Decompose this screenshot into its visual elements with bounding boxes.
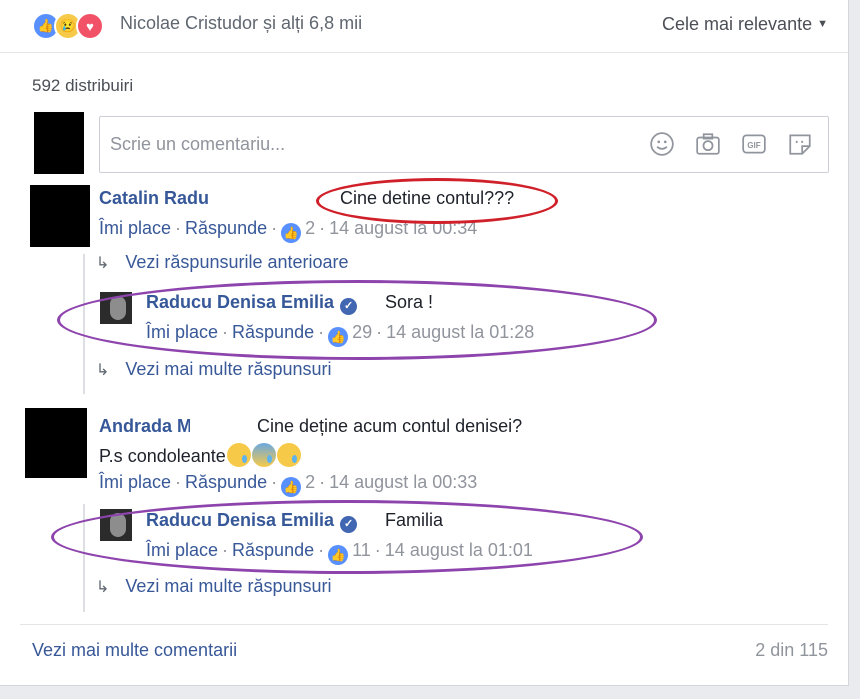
sort-dropdown[interactable]: Cele mai relevante ▼ bbox=[662, 14, 828, 35]
thumbs-up-icon: 👍 bbox=[281, 223, 302, 243]
thumbs-up-icon: 👍 bbox=[328, 545, 349, 565]
comment-avatar[interactable] bbox=[25, 408, 87, 478]
thread-line bbox=[83, 504, 85, 612]
like-count[interactable]: 2 bbox=[305, 472, 315, 492]
like-action[interactable]: Îmi place bbox=[146, 540, 218, 560]
more-replies-link[interactable]: ↳ Vezi mai multe răspunsuri bbox=[96, 576, 332, 597]
like-count[interactable]: 11 bbox=[352, 540, 371, 560]
divider bbox=[20, 624, 828, 625]
like-count[interactable]: 2 bbox=[305, 218, 315, 238]
reply-actions: Îmi place · Răspunde · 👍 29 · 14 august la 01:2… bbox=[146, 322, 534, 347]
reactions-bar: 👍 😢 ♥ Nicolae Cristudor și alți 6,8 mii … bbox=[0, 0, 848, 53]
thumbs-up-icon: 👍 bbox=[281, 477, 302, 497]
comment-text: Cine deține acum contul denisei? bbox=[257, 416, 523, 436]
comment-avatar[interactable] bbox=[30, 185, 90, 247]
verified-icon: ✓ bbox=[340, 298, 358, 315]
more-replies-label: Vezi mai multe răspunsuri bbox=[125, 359, 332, 379]
sticker-icon[interactable] bbox=[786, 130, 814, 158]
loudly-crying-emoji-icon bbox=[276, 443, 301, 467]
thread-line bbox=[83, 254, 85, 394]
reply-avatar[interactable] bbox=[100, 292, 132, 324]
like-count[interactable]: 29 bbox=[352, 322, 372, 342]
reply-action[interactable]: Răspunde bbox=[232, 540, 314, 560]
reply-arrow-icon: ↳ bbox=[96, 255, 110, 272]
comment-count: 2 din 115 bbox=[755, 640, 828, 660]
previous-replies-link[interactable]: ↳ Vezi răspunsurile anterioare bbox=[96, 252, 349, 273]
comment-text-line2: P.s condoleante bbox=[99, 443, 301, 467]
reply-time[interactable]: 14 august la 01:01 bbox=[385, 540, 533, 560]
comment-text: Cine detine contul??? bbox=[340, 188, 515, 208]
thumbs-up-icon: 👍 bbox=[328, 327, 349, 347]
current-user-avatar bbox=[34, 112, 84, 174]
comment-time[interactable]: 14 august la 00:34 bbox=[329, 218, 477, 238]
like-action[interactable]: Îmi place bbox=[99, 218, 171, 238]
reply-text: Familia bbox=[385, 510, 444, 530]
redaction-bar bbox=[226, 187, 318, 209]
reply-text: Sora ! bbox=[385, 292, 434, 312]
reply-action[interactable]: Răspunde bbox=[232, 322, 314, 342]
reply-action[interactable]: Răspunde bbox=[185, 472, 267, 492]
gif-icon[interactable]: GIF bbox=[740, 130, 768, 158]
camera-icon[interactable] bbox=[694, 130, 722, 158]
caret-down-icon: ▼ bbox=[817, 18, 828, 30]
comment-composer[interactable]: GIF bbox=[99, 116, 829, 173]
crying-emoji-icon bbox=[226, 443, 251, 467]
comments-card: 👍 😢 ♥ Nicolae Cristudor și alți 6,8 mii … bbox=[0, 0, 849, 686]
comment-input[interactable] bbox=[108, 131, 632, 157]
reply-author[interactable]: Raducu Denisa Emilia ✓ bbox=[146, 292, 363, 315]
comment-author[interactable]: Catalin Radu bbox=[99, 188, 209, 209]
love-icon: ♥ bbox=[76, 12, 104, 40]
reply-action[interactable]: Răspunde bbox=[185, 218, 267, 238]
redaction-bar bbox=[190, 414, 256, 436]
reaction-icons[interactable]: 👍 😢 ♥ bbox=[32, 12, 104, 40]
comment-actions: Îmi place · Răspunde · 👍 2 · 14 august la 00:34 bbox=[99, 218, 477, 243]
reply-arrow-icon: ↳ bbox=[96, 362, 110, 379]
reaction-summary[interactable]: Nicolae Cristudor și alți 6,8 mii bbox=[120, 13, 362, 34]
comment-actions: Îmi place · Răspunde · 👍 2 · 14 august la 00:33 bbox=[99, 472, 477, 497]
comment-time[interactable]: 14 august la 00:33 bbox=[329, 472, 477, 492]
more-replies-link[interactable]: ↳ Vezi mai multe răspunsuri bbox=[96, 359, 332, 380]
reply-avatar[interactable] bbox=[100, 509, 132, 541]
svg-text:GIF: GIF bbox=[747, 141, 761, 150]
sad-sweat-emoji-icon bbox=[251, 443, 276, 467]
like-action[interactable]: Îmi place bbox=[99, 472, 171, 492]
sort-label: Cele mai relevante bbox=[662, 14, 813, 34]
reply-actions: Îmi place · Răspunde · 👍 11 · 14 august la 01:0… bbox=[146, 540, 533, 565]
shares-link[interactable]: 592 distribuiri bbox=[32, 76, 133, 96]
comment-author[interactable]: Andrada M bbox=[99, 416, 192, 437]
emoji-icon[interactable] bbox=[648, 130, 676, 158]
more-replies-label: Vezi mai multe răspunsuri bbox=[125, 576, 332, 596]
reply-author[interactable]: Raducu Denisa Emilia ✓ bbox=[146, 510, 363, 533]
reply-time[interactable]: 14 august la 01:28 bbox=[386, 322, 534, 342]
previous-replies-label: Vezi răspunsurile anterioare bbox=[125, 252, 349, 272]
like-action[interactable]: Îmi place bbox=[146, 322, 218, 342]
more-comments-link[interactable]: Vezi mai multe comentarii bbox=[32, 640, 237, 661]
verified-icon: ✓ bbox=[340, 516, 358, 533]
reply-arrow-icon: ↳ bbox=[96, 579, 110, 596]
